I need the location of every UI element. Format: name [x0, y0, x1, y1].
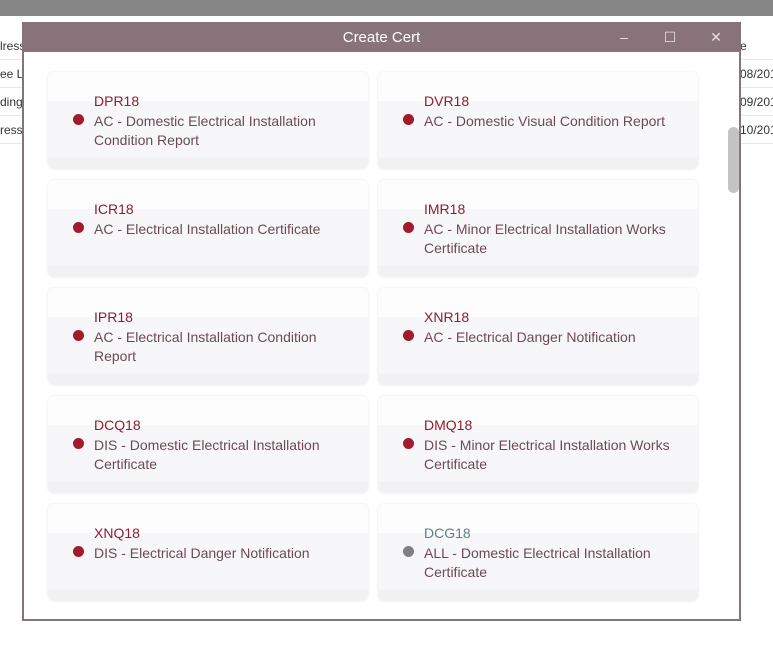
cert-card-dmq18[interactable]: DMQ18 DIS - Minor Electrical Installatio… — [378, 396, 698, 493]
cert-description: AC - Domestic Visual Condition Report — [424, 113, 665, 129]
close-icon[interactable]: ✕ — [696, 22, 736, 52]
cert-card-dcg18[interactable]: DCG18 ALL - Domestic Electrical Installa… — [378, 504, 698, 601]
cert-code: DPR18 — [94, 93, 140, 109]
background-cell: ress — [0, 116, 22, 144]
cert-card-xnq18[interactable]: XNQ18 DIS - Electrical Danger Notificati… — [48, 504, 368, 601]
status-dot-icon — [73, 546, 84, 557]
status-dot-icon — [73, 222, 84, 233]
status-dot-icon — [73, 330, 84, 341]
cert-card-dpr18[interactable]: DPR18 AC - Domestic Electrical Installat… — [48, 72, 368, 169]
background-cell: lress — [0, 32, 22, 60]
background-cell: e — [740, 32, 773, 60]
status-dot-icon — [73, 438, 84, 449]
cert-code: IMR18 — [424, 201, 466, 217]
cert-description: AC - Domestic Electrical Installation Co… — [94, 113, 316, 148]
cert-code: IPR18 — [94, 309, 133, 325]
cert-description: AC - Electrical Installation Certificate — [94, 221, 321, 237]
cert-code: DVR18 — [424, 93, 470, 109]
background-cell: 10/201 — [740, 116, 773, 144]
status-dot-icon — [403, 546, 414, 557]
cert-code: DCQ18 — [94, 417, 141, 433]
dialog-title: Create Cert — [342, 29, 421, 46]
cert-code: XNR18 — [424, 309, 470, 325]
cert-card-icr18[interactable]: ICR18 AC - Electrical Installation Certi… — [48, 180, 368, 277]
background-cell: 08/201 — [740, 60, 773, 88]
cert-description: DIS - Electrical Danger Notification — [94, 545, 310, 561]
dialog-titlebar[interactable]: Create Cert – ☐ ✕ — [22, 22, 741, 52]
cert-card-ipr18[interactable]: IPR18 AC - Electrical Installation Condi… — [48, 288, 368, 385]
status-dot-icon — [403, 222, 414, 233]
background-toolbar — [0, 0, 773, 16]
status-dot-icon — [403, 330, 414, 341]
maximize-icon[interactable]: ☐ — [650, 22, 690, 52]
cert-list: DPR18 AC - Domestic Electrical Installat… — [24, 52, 739, 619]
cert-description: AC - Minor Electrical Installation Works… — [424, 221, 666, 256]
cert-code: DMQ18 — [424, 417, 473, 433]
cert-card-xnr18[interactable]: XNR18 AC - Electrical Danger Notificatio… — [378, 288, 698, 385]
status-dot-icon — [403, 438, 414, 449]
cert-card-imr18[interactable]: IMR18 AC - Minor Electrical Installation… — [378, 180, 698, 277]
cert-description: ALL - Domestic Electrical Installation C… — [424, 545, 651, 580]
background-cell: 09/201 — [740, 88, 773, 116]
cert-code: DCG18 — [424, 525, 471, 541]
cert-card-dvr18[interactable]: DVR18 AC - Domestic Visual Condition Rep… — [378, 72, 698, 169]
cert-code: ICR18 — [94, 201, 134, 217]
cert-description: DIS - Minor Electrical Installation Work… — [424, 437, 670, 472]
cert-code: XNQ18 — [94, 525, 140, 541]
create-cert-dialog: Create Cert – ☐ ✕ DPR18 AC - Domestic El… — [22, 22, 741, 621]
cert-description: AC - Electrical Installation Condition R… — [94, 329, 317, 364]
minimize-icon[interactable]: – — [604, 22, 644, 52]
status-dot-icon — [403, 114, 414, 125]
cert-description: AC - Electrical Danger Notification — [424, 329, 636, 345]
background-cell: ee L — [0, 60, 22, 88]
cert-card-dcq18[interactable]: DCQ18 DIS - Domestic Electrical Installa… — [48, 396, 368, 493]
status-dot-icon — [73, 114, 84, 125]
background-cell: ding — [0, 88, 22, 116]
scrollbar-thumb[interactable] — [728, 127, 739, 193]
cert-description: DIS - Domestic Electrical Installation C… — [94, 437, 320, 472]
